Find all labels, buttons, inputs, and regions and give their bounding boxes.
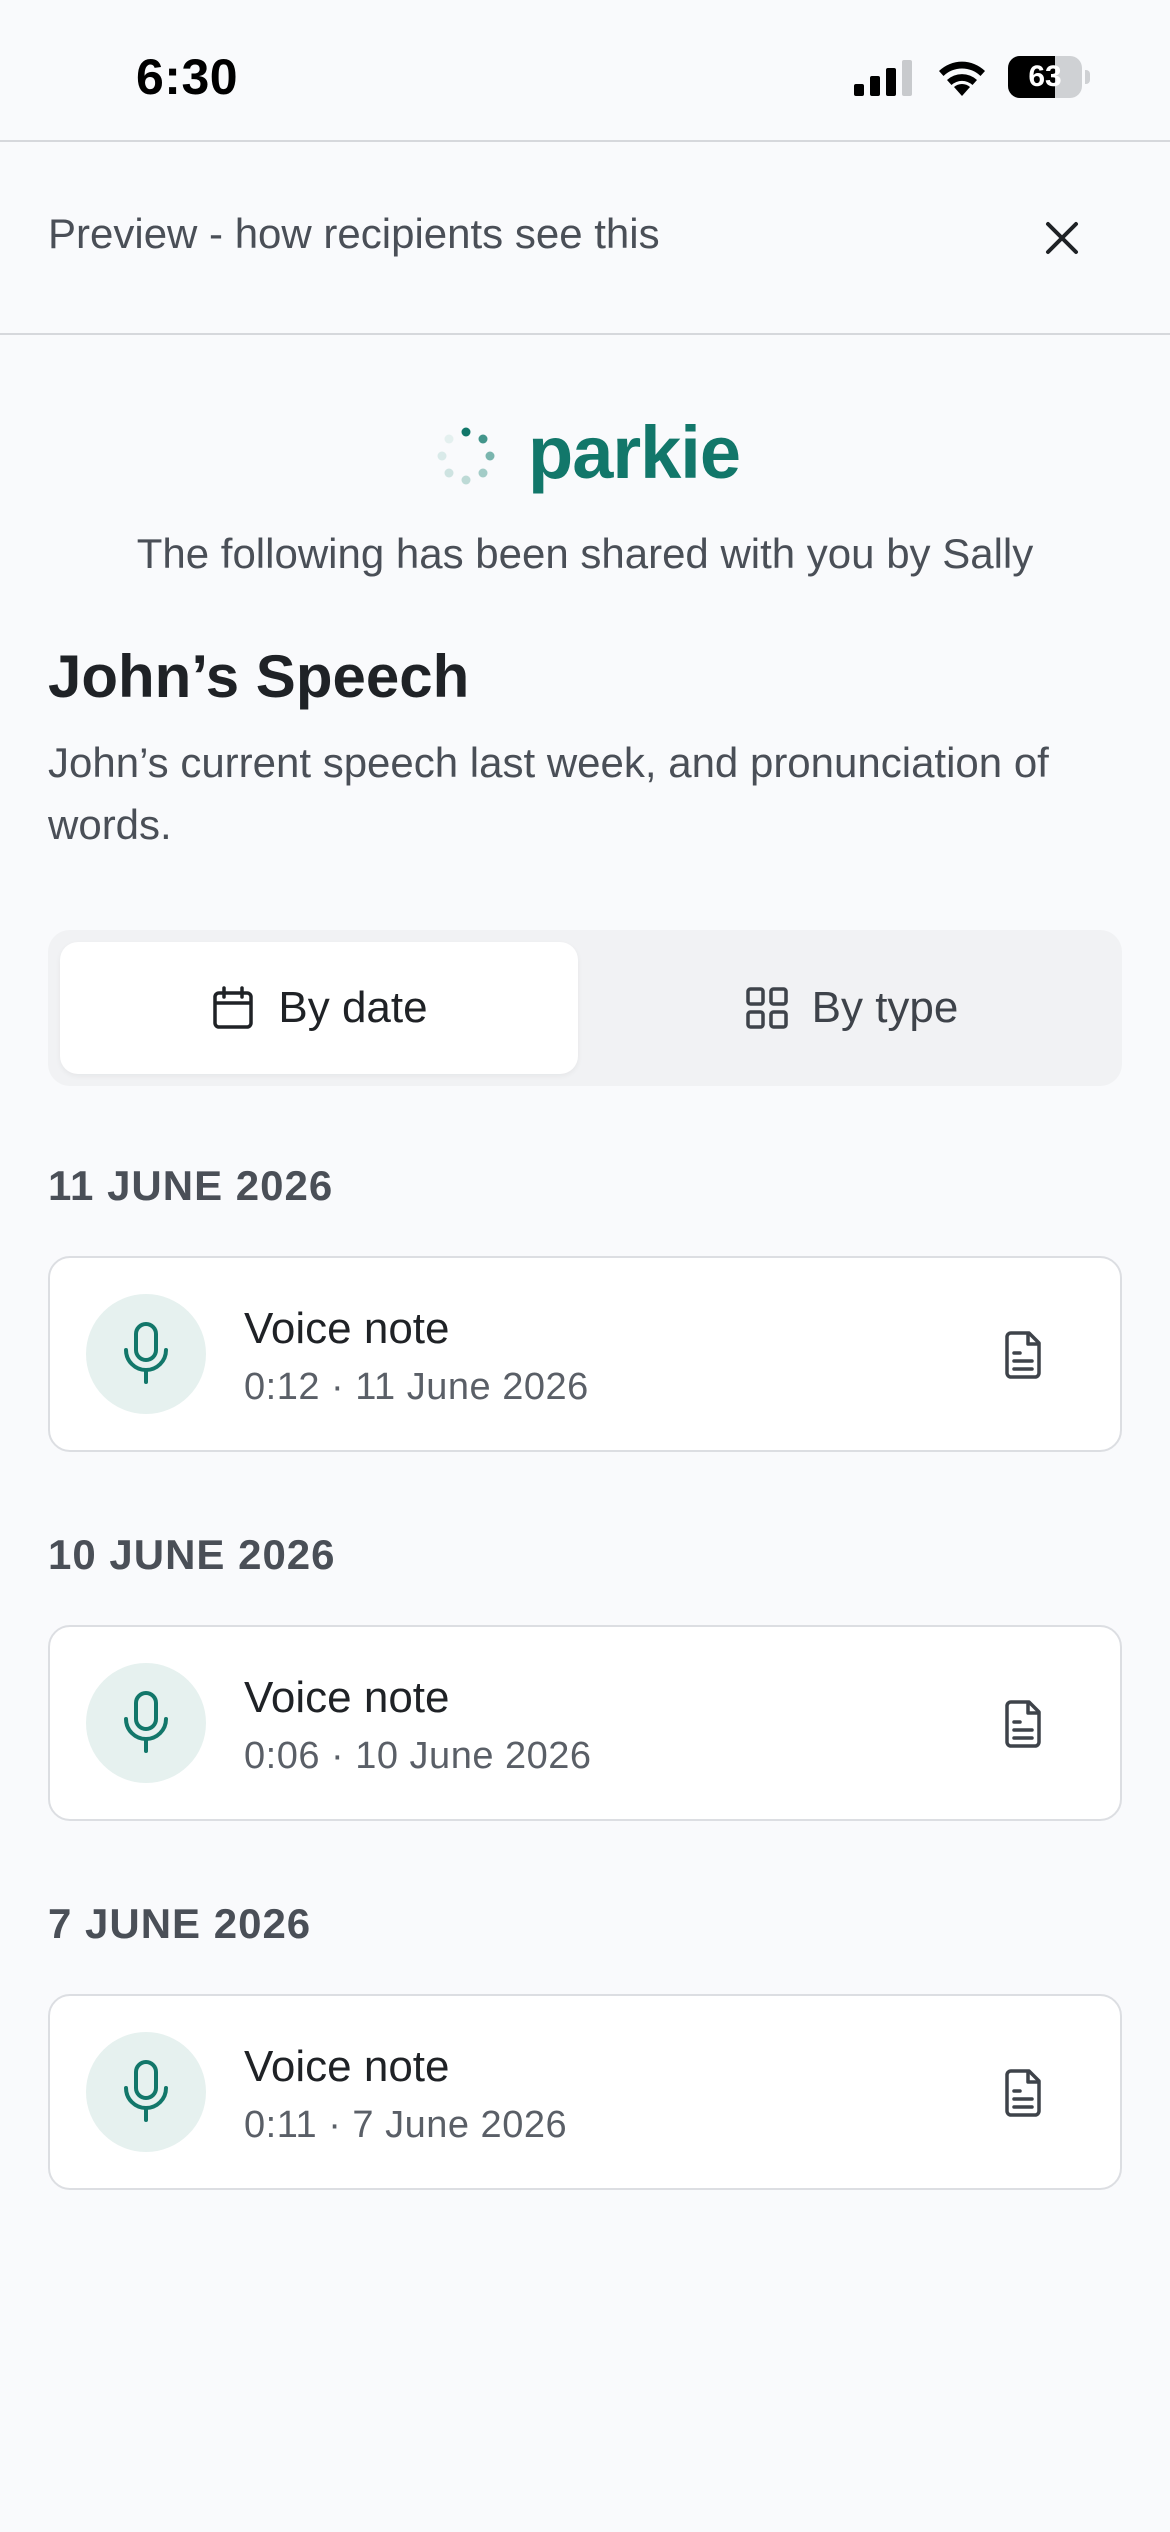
preview-header: Preview - how recipients see this <box>0 142 1170 334</box>
note-meta: 0:11 · 7 June 2026 <box>244 2104 568 2146</box>
collection-title: John’s Speech <box>48 643 470 710</box>
transcript-button[interactable] <box>990 2060 1056 2126</box>
transcript-button[interactable] <box>990 1322 1056 1388</box>
note-title: Voice note <box>244 2042 450 2091</box>
microphone-icon <box>86 1663 206 1783</box>
divider <box>0 333 1170 335</box>
wifi-icon <box>939 61 985 96</box>
voice-note-card[interactable]: Voice note 0:06 · 10 June 2026 <box>48 1625 1122 1821</box>
date-heading: 11 JUNE 2026 <box>48 1162 334 1209</box>
calendar-icon <box>213 986 254 1029</box>
note-meta: 0:12 · 11 June 2026 <box>244 1366 589 1408</box>
status-time: 6:30 <box>136 49 239 105</box>
close-button[interactable] <box>1030 206 1094 270</box>
by-type-label: By type <box>811 983 959 1032</box>
by-type-tab[interactable]: By type <box>592 942 1110 1074</box>
parkie-logo: parkie <box>436 411 756 500</box>
close-icon <box>1046 222 1078 254</box>
battery-level: 63 <box>1028 60 1062 93</box>
preview-title: Preview - how recipients see this <box>48 210 660 257</box>
status-bar: 6:30 63 <box>0 0 1170 140</box>
note-title: Voice note <box>244 1304 450 1353</box>
by-date-label: By date <box>278 983 428 1032</box>
date-heading: 7 JUNE 2026 <box>48 1900 312 1947</box>
microphone-icon <box>86 2032 206 2152</box>
microphone-icon <box>86 1294 206 1414</box>
document-icon <box>1005 1700 1041 1748</box>
grid-icon <box>745 987 788 1029</box>
logo-mark-icon <box>437 427 495 485</box>
battery-icon: 63 <box>1008 56 1090 98</box>
voice-note-card[interactable]: Voice note 0:12 · 11 June 2026 <box>48 1256 1122 1452</box>
brand-name: parkie <box>528 411 741 494</box>
document-icon <box>1005 1331 1041 1379</box>
by-date-tab[interactable]: By date <box>60 942 578 1074</box>
cellular-signal-icon <box>854 60 912 96</box>
date-heading: 10 JUNE 2026 <box>48 1531 336 1578</box>
transcript-button[interactable] <box>990 1691 1056 1757</box>
view-toggle: By date By type <box>48 930 1122 1086</box>
note-title: Voice note <box>244 1673 450 1722</box>
voice-note-card[interactable]: Voice note 0:11 · 7 June 2026 <box>48 1994 1122 2190</box>
collection-description: John’s current speech last week, and pro… <box>48 739 1049 848</box>
note-meta: 0:06 · 10 June 2026 <box>244 1735 592 1777</box>
document-icon <box>1005 2069 1041 2117</box>
shared-by-text: The following has been shared with you b… <box>136 530 1034 577</box>
